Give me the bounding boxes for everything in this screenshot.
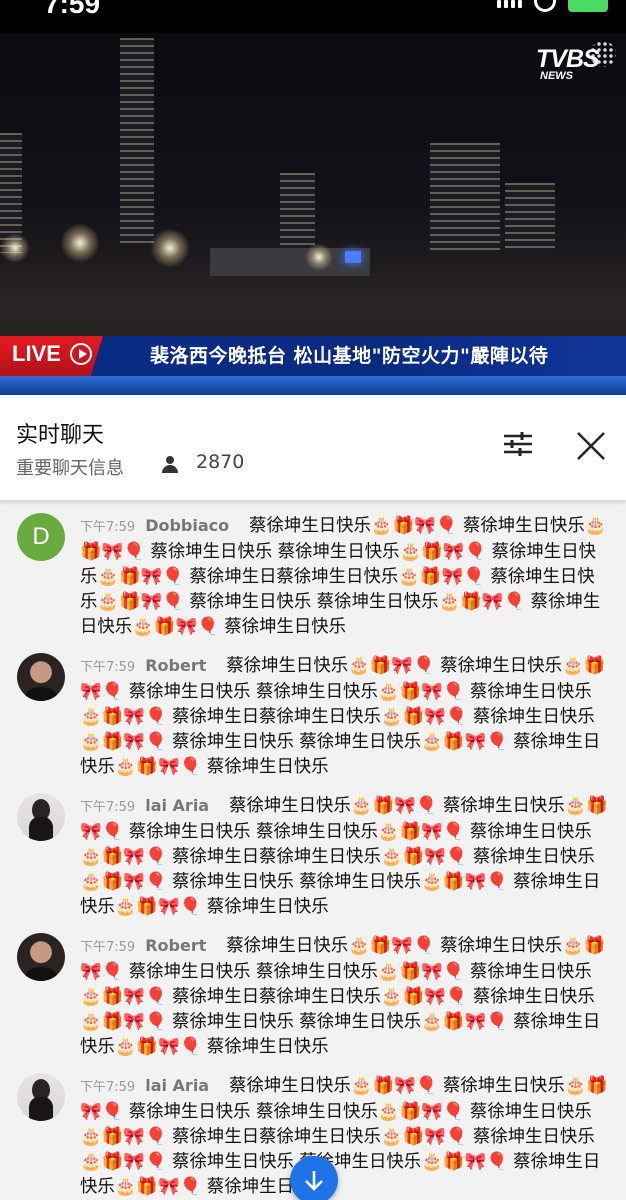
logo-dots (590, 41, 616, 67)
close-icon[interactable] (575, 430, 607, 462)
chat-message-list[interactable]: D 下午7:59 Dobbiaco 蔡徐坤生日快乐🎂🎁🎀🎈 蔡徐坤生日快乐🎂🎁🎀🎈 … (0, 500, 626, 1200)
arrow-down-icon (305, 1171, 323, 1191)
light-glow (60, 223, 100, 263)
skyline-building (430, 143, 500, 253)
chat-title: 实时聊天 (16, 423, 105, 448)
skyline-building (505, 183, 555, 253)
light-glow (150, 228, 190, 268)
message-body: 下午7:59 lai Aria 蔡徐坤生日快乐🎂🎁🎀🎈 蔡徐坤生日快乐🎂🎁🎀🎈 蔡徐… (80, 793, 610, 920)
message-author[interactable]: Robert (145, 936, 206, 955)
message-author[interactable]: Dobbiaco (145, 516, 229, 535)
viewer-count: 2870 (196, 451, 245, 473)
scroll-to-bottom-button[interactable] (290, 1156, 338, 1200)
blue-sign (345, 251, 361, 263)
message-body: 下午7:59 Robert 蔡徐坤生日快乐🎂🎁🎀🎈 蔡徐坤生日快乐🎂🎁🎀🎈 蔡徐坤生… (80, 653, 610, 780)
tvbs-logo: TVBS NEWS (536, 41, 616, 86)
message-time: 下午7:59 (80, 940, 136, 955)
avatar[interactable] (17, 1073, 65, 1121)
news-headline: 裴洛西今晚抵台 松山基地"防空火力"嚴陣以待 (150, 345, 549, 367)
message-time: 下午7:59 (80, 660, 136, 675)
avatar[interactable] (17, 793, 65, 841)
status-time: 7:59 (44, 0, 101, 19)
message-author[interactable]: lai Aria (145, 796, 209, 815)
light-glow (0, 233, 30, 263)
logo-sub-text: NEWS (540, 70, 573, 82)
status-bar: 7:59 (0, 0, 626, 33)
status-icons (497, 0, 608, 14)
battery-icon (568, 0, 608, 12)
person-icon (160, 454, 180, 474)
play-circle-icon (70, 343, 92, 365)
avatar[interactable] (17, 933, 65, 981)
message-author[interactable]: lai Aria (145, 1076, 209, 1095)
message-time: 下午7:59 (80, 800, 136, 815)
message-time: 下午7:59 (80, 1080, 136, 1095)
live-label: LIVE (12, 341, 61, 366)
message-body: 下午7:59 Dobbiaco 蔡徐坤生日快乐🎂🎁🎀🎈 蔡徐坤生日快乐🎂🎁🎀🎈 蔡徐… (80, 513, 610, 640)
filter-sliders-icon[interactable] (502, 430, 534, 458)
message-time: 下午7:59 (80, 520, 136, 535)
light-glow (305, 243, 333, 271)
skyline-building (120, 38, 154, 243)
message-body: 下午7:59 lai Aria 蔡徐坤生日快乐🎂🎁🎀🎈 蔡徐坤生日快乐🎂🎁🎀🎈 蔡徐… (80, 1073, 610, 1200)
chat-mode-selector[interactable]: 重要聊天信息 (16, 454, 124, 480)
message-body: 下午7:59 Robert 蔡徐坤生日快乐🎂🎁🎀🎈 蔡徐坤生日快乐🎂🎁🎀🎈 蔡徐坤生… (80, 933, 610, 1060)
skyline-building (280, 173, 315, 248)
avatar[interactable] (17, 653, 65, 701)
wifi-icon (534, 0, 556, 12)
avatar[interactable]: D (17, 513, 65, 561)
message-author[interactable]: Robert (145, 656, 206, 675)
ticker-stripe (0, 376, 626, 395)
cellular-signal-icon (497, 0, 522, 8)
